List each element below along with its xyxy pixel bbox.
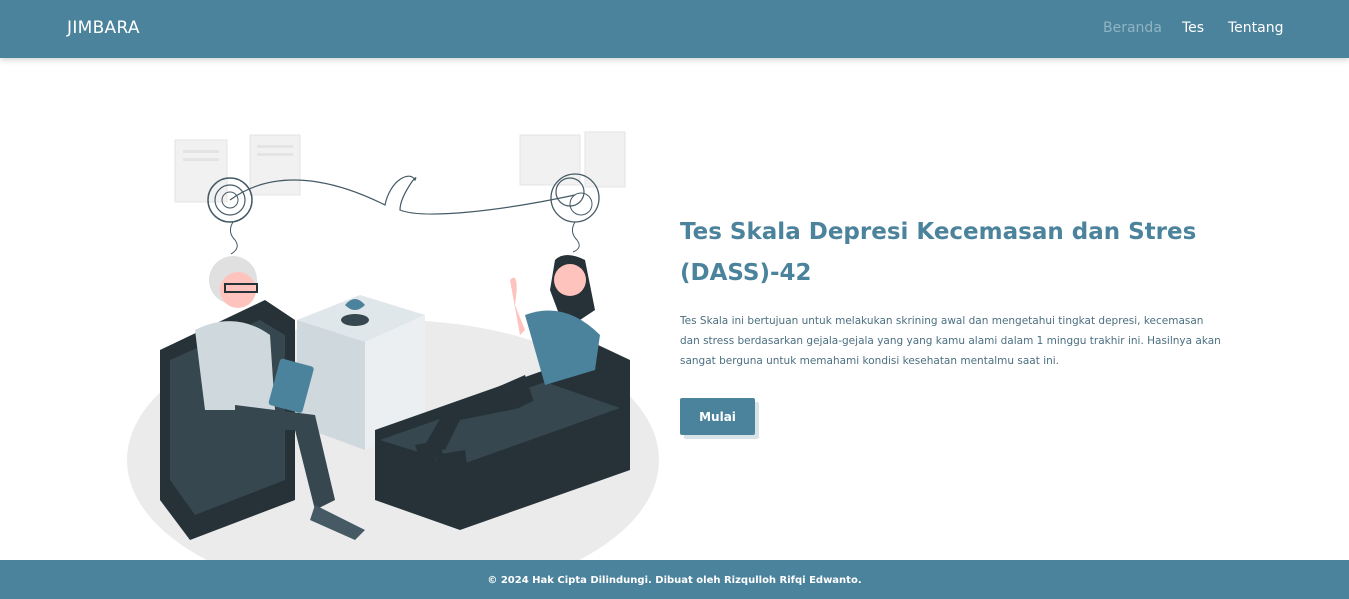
- nav-link-tes[interactable]: Tes: [1182, 20, 1204, 36]
- nav-link-beranda[interactable]: Beranda: [1103, 20, 1162, 36]
- copyright-text: © 2024 Hak Cipta Dilindungi. Dibuat oleh…: [487, 575, 862, 586]
- brand-logo[interactable]: JIMBARA: [67, 18, 140, 38]
- nav-link-tentang[interactable]: Tentang: [1228, 20, 1284, 36]
- therapy-session-illustration: [125, 120, 665, 599]
- page-title: Tes Skala Depresi Kecemasan dan Stres (D…: [680, 219, 1197, 286]
- hero-description: Tes Skala ini bertujuan untuk melakukan …: [680, 315, 1221, 367]
- navbar: JIMBARA Beranda Tes Tentang: [0, 0, 1349, 58]
- footer: © 2024 Hak Cipta Dilindungi. Dibuat oleh…: [0, 560, 1349, 599]
- start-button[interactable]: Mulai: [680, 398, 755, 435]
